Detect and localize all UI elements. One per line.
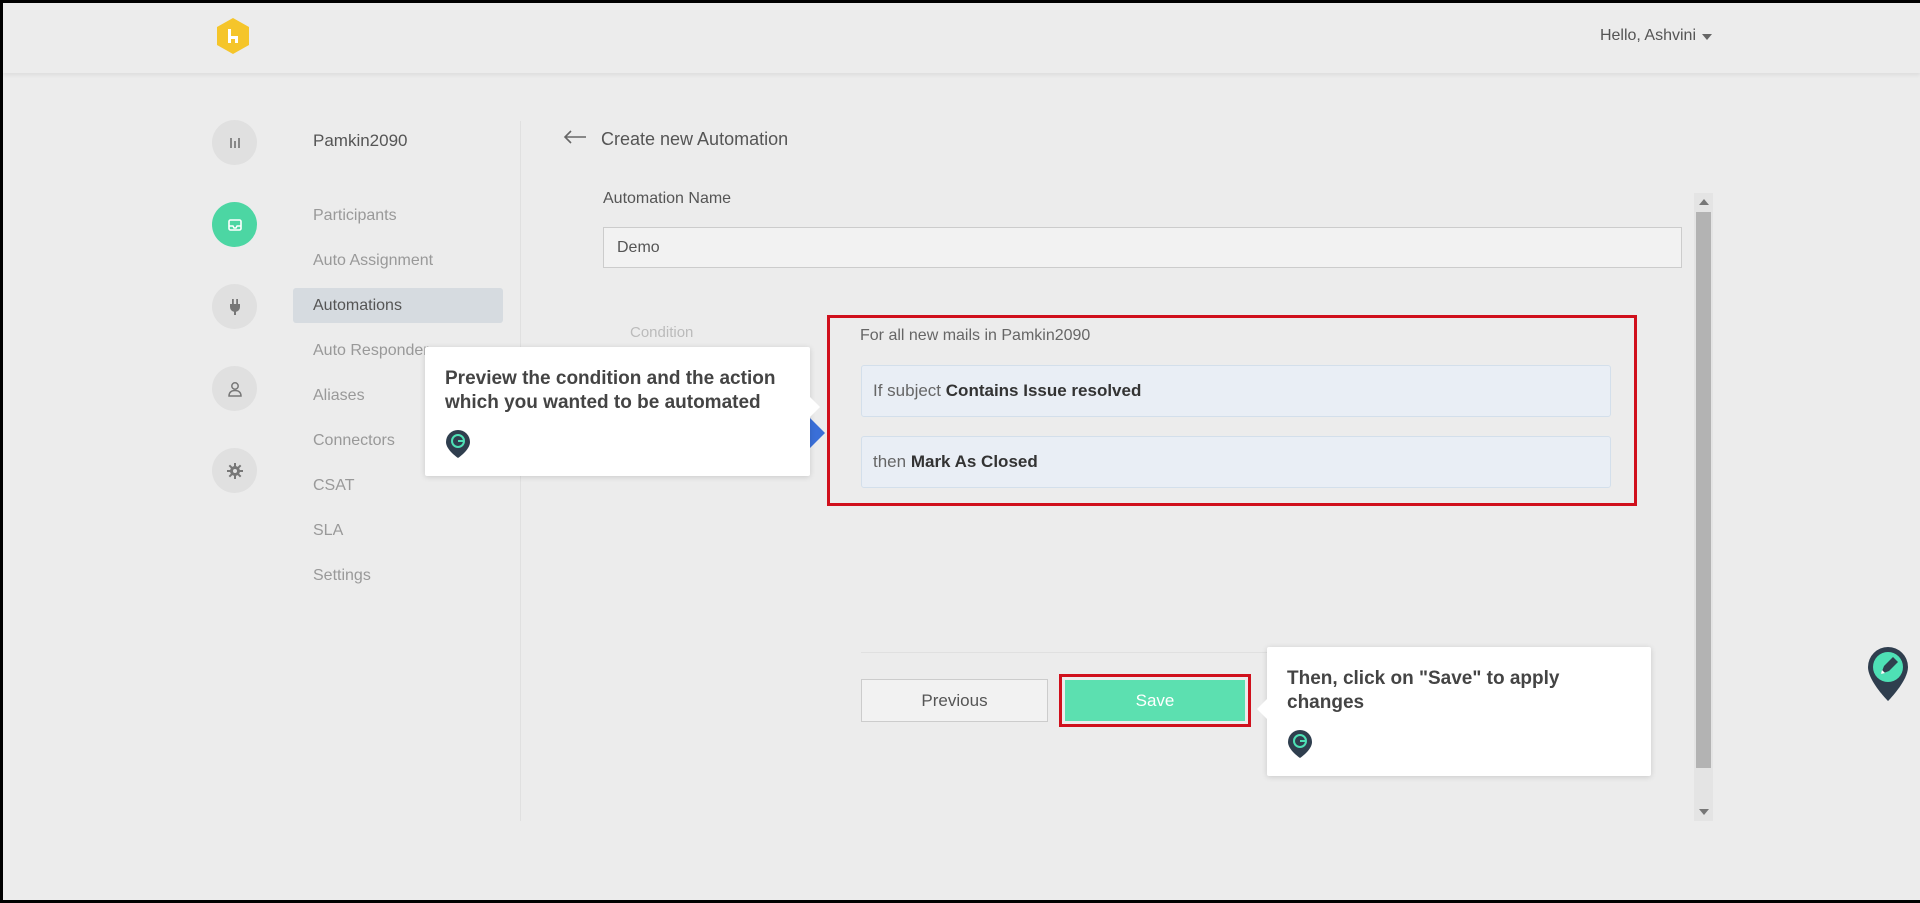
top-bar: Hello, Ashvini — [3, 3, 1920, 73]
if-prefix: If subject — [873, 381, 942, 400]
preview-heading: For all new mails in Pamkin2090 — [860, 327, 1091, 344]
greeting-text: Hello, Ashvini — [1599, 27, 1696, 44]
save-button[interactable]: Save — [1065, 680, 1245, 721]
arrow-left-icon[interactable] — [563, 129, 587, 150]
save-highlight: Save — [1059, 674, 1251, 727]
then-prefix: then — [873, 452, 907, 471]
action-rule: then Mark As Closed — [861, 436, 1611, 488]
chart-bars-icon[interactable] — [212, 120, 257, 165]
preview-tooltip: Preview the condition and the action whi… — [425, 347, 820, 476]
tooltip-arrow — [1257, 699, 1267, 719]
workspace-name: Pamkin2090 — [313, 131, 408, 150]
if-rule: Contains Issue resolved — [945, 381, 1142, 400]
page-title: Create new Automation — [601, 129, 789, 149]
save-tooltip: Then, click on "Save" to apply changes — [1257, 647, 1651, 776]
previous-button[interactable]: Previous — [861, 679, 1048, 722]
plug-icon[interactable] — [212, 284, 257, 329]
user-menu[interactable]: Hello, Ashvini — [1600, 27, 1712, 45]
guide-widget-icon[interactable] — [1867, 646, 1909, 702]
scroll-down-icon[interactable] — [1699, 809, 1709, 815]
sidebar-item-automations[interactable]: Automations — [293, 288, 503, 323]
scroll-thumb[interactable] — [1696, 212, 1711, 768]
automation-preview: For all new mails in Pamkin2090 If subje… — [827, 315, 1637, 506]
guide-pin-icon — [445, 429, 790, 464]
condition-rule: If subject Contains Issue resolved — [861, 365, 1611, 417]
hexagon-logo-icon[interactable] — [215, 17, 251, 55]
chevron-down-icon — [1702, 34, 1712, 40]
user-icon[interactable] — [212, 366, 257, 411]
step-pointer-icon — [810, 418, 825, 448]
sidebar-item-auto-assignment[interactable]: Auto Assignment — [293, 243, 503, 278]
automation-name-label: Automation Name — [603, 190, 732, 207]
then-rule: Mark As Closed — [910, 452, 1038, 471]
page-header: Create new Automation — [563, 129, 788, 150]
automation-name-value: Demo — [617, 238, 660, 256]
automation-name-input[interactable]: Demo — [603, 227, 1682, 268]
step-condition-label: Condition — [630, 324, 694, 341]
preview-tooltip-text: Preview the condition and the action whi… — [445, 368, 776, 413]
gear-icon[interactable] — [212, 448, 257, 493]
save-tooltip-text: Then, click on "Save" to apply changes — [1287, 668, 1560, 713]
inbox-icon[interactable] — [212, 202, 257, 247]
content-scrollbar[interactable] — [1694, 193, 1713, 821]
scroll-up-icon[interactable] — [1699, 199, 1709, 205]
guide-pin-icon — [1287, 729, 1631, 764]
tooltip-arrow — [810, 397, 820, 417]
sidebar-item-sla[interactable]: SLA — [293, 513, 503, 548]
sidebar-item-participants[interactable]: Participants — [293, 198, 503, 233]
sidebar-item-settings[interactable]: Settings — [293, 558, 503, 593]
